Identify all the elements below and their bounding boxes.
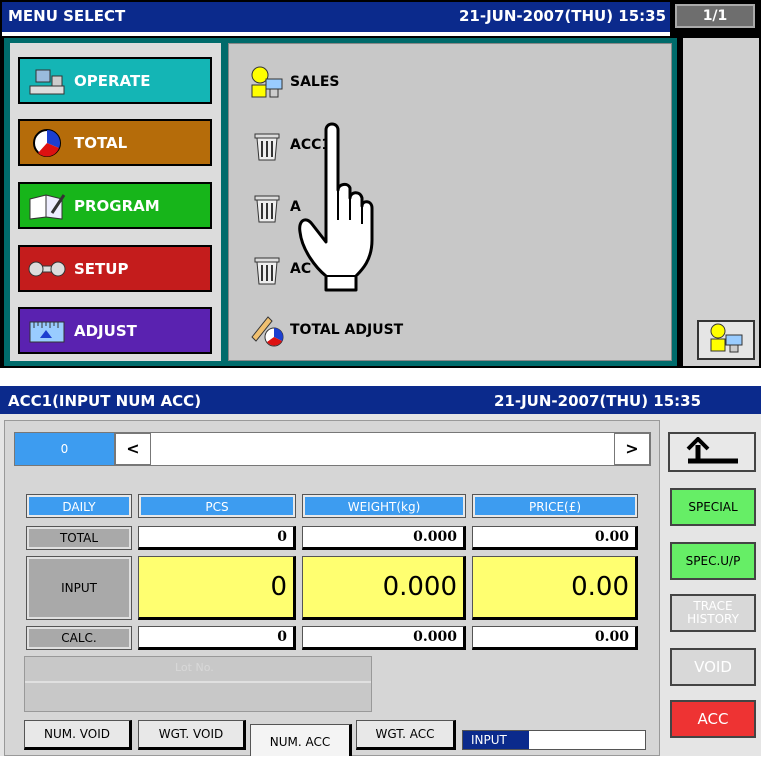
row-label-calc: CALC.: [26, 626, 132, 650]
menu-item-label: SALES: [290, 74, 340, 90]
header-price: PRICE(£): [472, 494, 638, 518]
page-title: MENU SELECT: [8, 7, 126, 25]
trace-history-label: HISTORY: [687, 612, 739, 626]
tab-num-void[interactable]: NUM. VOID: [24, 720, 132, 750]
calc-weight-value: 0.000: [302, 626, 466, 650]
calc-price-value: 0.00: [472, 626, 638, 650]
page-title: ACC1(INPUT NUM ACC): [8, 392, 202, 410]
menu-item-label: TOTAL ADJUST: [290, 322, 404, 338]
input-weight-field[interactable]: 0.000: [302, 556, 466, 620]
void-button[interactable]: VOID: [670, 648, 756, 686]
menu-select-screen: MENU SELECT 21-JUN-2007(THU) 15:35 1/1 O…: [0, 0, 761, 368]
back-arrow-icon: [682, 435, 742, 468]
lot-navigation-row: 0 < >: [14, 432, 651, 466]
input-status-bar: INPUT: [462, 730, 646, 750]
category-operate-button[interactable]: OPERATE: [18, 57, 212, 104]
lot-number-button[interactable]: 0: [15, 433, 115, 465]
back-button[interactable]: [668, 432, 756, 472]
scale-icon: [28, 65, 66, 97]
category-setup-button[interactable]: SETUP: [18, 245, 212, 292]
tab-num-acc[interactable]: NUM. ACC: [250, 724, 352, 756]
trace-history-button[interactable]: TRACE HISTORY: [670, 594, 756, 632]
previous-button[interactable]: <: [115, 433, 151, 465]
spec-unit-price-button[interactable]: SPEC.U/P: [670, 542, 756, 580]
sales-person-button[interactable]: [697, 320, 755, 360]
next-button[interactable]: >: [614, 433, 650, 465]
side-panel: [683, 38, 759, 366]
lot-number-label: Lot No.: [175, 661, 214, 674]
pen-chart-icon: [250, 313, 284, 347]
tab-wgt-acc[interactable]: WGT. ACC: [356, 720, 456, 750]
total-pcs-value: 0: [138, 526, 296, 550]
input-price-field[interactable]: 0.00: [472, 556, 638, 620]
trash-bin-icon: [250, 190, 284, 224]
menu-item-total-adjust[interactable]: TOTAL ADJUST: [250, 313, 403, 347]
lot-number-box: Lot No.: [24, 656, 372, 712]
total-weight-value: 0.000: [302, 526, 466, 550]
page-indicator: 1/1: [675, 4, 755, 28]
acc-button[interactable]: ACC: [670, 700, 756, 738]
calc-pcs-value: 0: [138, 626, 296, 650]
input-status-label: INPUT: [463, 731, 529, 749]
trash-bin-icon: [250, 128, 284, 162]
trash-bin-icon: [250, 252, 284, 286]
header-daily[interactable]: DAILY: [26, 494, 132, 518]
category-label: SETUP: [74, 259, 129, 278]
special-button[interactable]: SPECIAL: [670, 488, 756, 526]
pie-chart-icon: [28, 127, 66, 159]
pointing-hand-icon: [298, 122, 374, 292]
total-price-value: 0.00: [472, 526, 638, 550]
sales-person-icon: [250, 65, 284, 99]
input-pcs-field[interactable]: 0: [138, 556, 296, 620]
sales-person-icon: [708, 323, 744, 357]
category-total-button[interactable]: TOTAL: [18, 119, 212, 166]
row-label-input: INPUT: [26, 556, 132, 620]
datetime-display: 21-JUN-2007(THU) 15:35: [459, 7, 667, 25]
book-pen-icon: [28, 190, 66, 222]
ruler-icon: [28, 315, 66, 347]
row-label-total: TOTAL: [26, 526, 132, 550]
datetime-display: 21-JUN-2007(THU) 15:35: [494, 392, 702, 410]
category-adjust-button[interactable]: ADJUST: [18, 307, 212, 354]
header-pcs: PCS: [138, 494, 296, 518]
header-weight: WEIGHT(kg): [302, 494, 466, 518]
category-label: PROGRAM: [74, 196, 160, 215]
wrench-icon: [28, 253, 66, 285]
category-label: OPERATE: [74, 71, 151, 90]
menu-item-acc2[interactable]: A: [250, 190, 301, 224]
category-program-button[interactable]: PROGRAM: [18, 182, 212, 229]
category-label: TOTAL: [74, 133, 128, 152]
menu-item-sales[interactable]: SALES: [250, 65, 340, 99]
category-label: ADJUST: [74, 321, 137, 340]
tab-wgt-void[interactable]: WGT. VOID: [138, 720, 246, 750]
